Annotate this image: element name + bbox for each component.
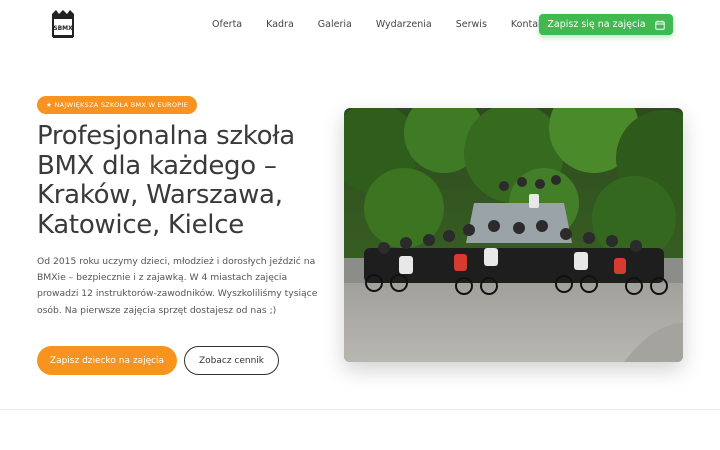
main-nav: Oferta Kadra Galeria Wydarzenia Serwis K… (200, 16, 571, 32)
signup-header-button[interactable]: Zapisz się na zajęcia (539, 14, 673, 35)
nav-item-wydarzenia[interactable]: Wydarzenia (376, 19, 432, 30)
section-divider (0, 409, 720, 410)
nav-item-galeria[interactable]: Galeria (318, 19, 352, 30)
nav-item-kadra[interactable]: Kadra (266, 19, 294, 30)
nav-item-serwis[interactable]: Serwis (456, 19, 487, 30)
calendar-icon (654, 20, 665, 30)
hero-title: Profesjonalna szkoła BMX dla każdego – K… (37, 121, 295, 240)
signup-child-button[interactable]: Zapisz dziecko na zajęcia (37, 346, 177, 375)
signup-header-label: Zapisz się na zajęcia (547, 19, 646, 30)
hero-description: Od 2015 roku uczymy dzieci, młodzież i d… (37, 256, 318, 316)
hero-badge: ★ NAJWIĘKSZA SZKOŁA BMX W EUROPIE (37, 96, 198, 114)
school-logo-icon[interactable]: SBMX (49, 8, 77, 40)
svg-text:SBMX: SBMX (53, 25, 73, 32)
group-photo (344, 108, 683, 362)
nav-item-oferta[interactable]: Oferta (212, 19, 242, 30)
pricing-button[interactable]: Zobacz cennik (184, 346, 279, 375)
